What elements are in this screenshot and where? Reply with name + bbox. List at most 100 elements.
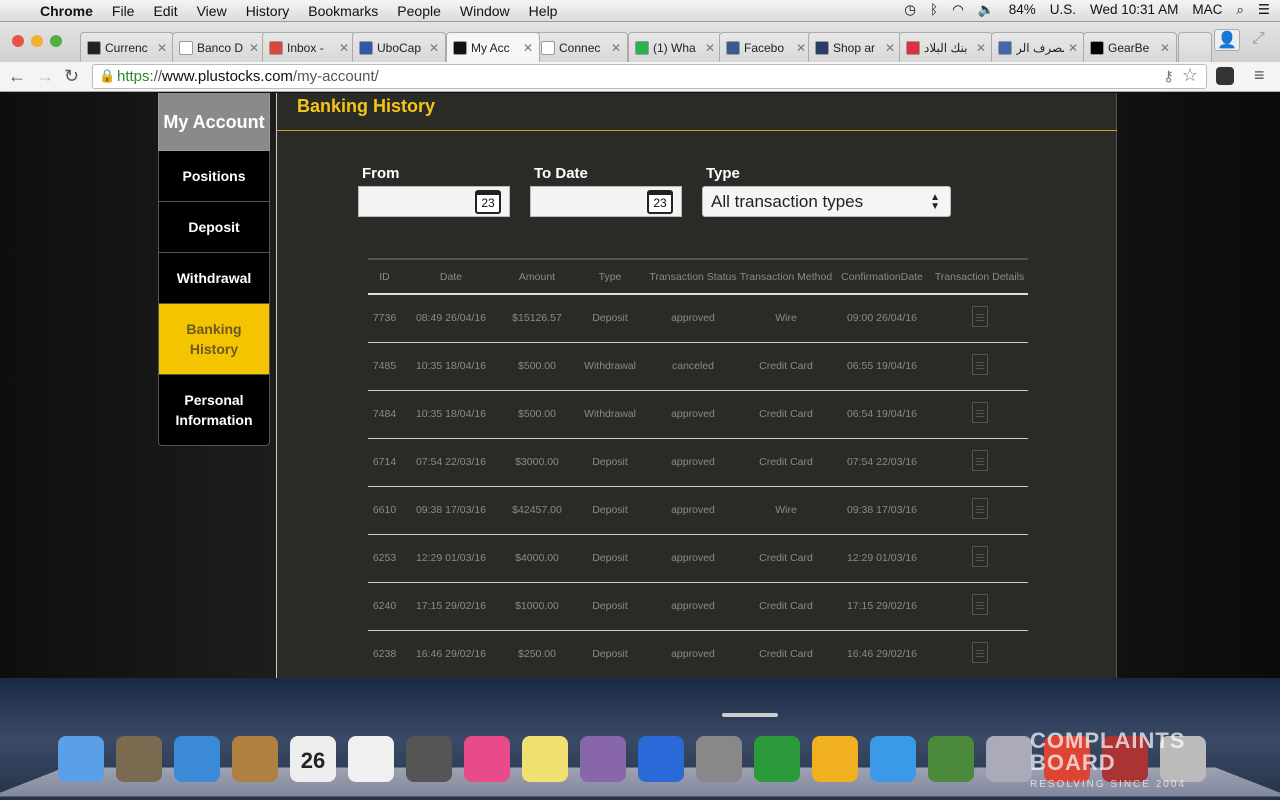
dock-stickies-icon[interactable] <box>522 736 568 782</box>
menu-bookmarks[interactable]: Bookmarks <box>308 3 378 19</box>
column-header[interactable]: Transaction Details <box>931 258 1028 295</box>
dock-preview-icon[interactable] <box>986 736 1032 782</box>
sidebar-item-withdrawal[interactable]: Withdrawal <box>158 253 270 304</box>
dock-word-icon[interactable] <box>638 736 684 782</box>
document-icon[interactable] <box>971 594 988 615</box>
key-icon[interactable]: ⚷ <box>1163 67 1174 85</box>
column-header[interactable]: Amount <box>501 258 573 295</box>
tab-close-icon[interactable]: ✕ <box>976 41 986 55</box>
dock-safari-icon[interactable] <box>174 736 220 782</box>
volume-icon[interactable]: 🔈 <box>978 2 995 18</box>
document-icon[interactable] <box>971 402 988 423</box>
document-icon[interactable] <box>971 642 988 663</box>
tab-10[interactable]: مصرف الر ✕ <box>991 32 1085 62</box>
dock-outlook-icon[interactable] <box>812 736 858 782</box>
sidebar-item-deposit[interactable]: Deposit <box>158 202 270 253</box>
dock-finder-icon[interactable] <box>58 736 104 782</box>
zoom-window-button[interactable] <box>50 35 62 47</box>
dock-excel-icon[interactable] <box>754 736 800 782</box>
new-tab-button[interactable] <box>1178 32 1212 62</box>
tab-close-icon[interactable]: ✕ <box>1068 41 1078 55</box>
time-machine-icon[interactable]: ◷ <box>904 2 916 18</box>
tab-2[interactable]: Inbox - ✕ <box>262 32 356 62</box>
input-source[interactable]: U.S. <box>1050 2 1076 18</box>
tab-3[interactable]: UboCap ✕ <box>352 32 446 62</box>
tab-close-icon[interactable]: ✕ <box>429 41 439 55</box>
fullscreen-icon[interactable]: ⤢ <box>1252 30 1265 48</box>
reload-icon[interactable]: ↻ <box>64 66 79 87</box>
from-date-input[interactable]: 23 <box>358 186 510 217</box>
menu-file[interactable]: File <box>112 3 135 19</box>
tab-close-icon[interactable]: ✕ <box>705 41 715 55</box>
dock-photos-icon[interactable] <box>116 736 162 782</box>
close-window-button[interactable] <box>12 35 24 47</box>
dock-gamecenter-icon[interactable] <box>580 736 626 782</box>
sidebar-item-banking-history[interactable]: Banking History <box>158 304 270 375</box>
tab-5[interactable]: Connec ✕ <box>534 32 628 62</box>
dock-itunes-icon[interactable] <box>464 736 510 782</box>
dock-messenger-icon[interactable] <box>870 736 916 782</box>
tab-9[interactable]: بنك البلاد ✕ <box>899 32 993 62</box>
profile-icon[interactable]: 👤 <box>1214 29 1240 51</box>
column-header[interactable]: Transaction Method <box>739 258 833 295</box>
tab-close-icon[interactable]: ✕ <box>249 41 259 55</box>
wifi-icon[interactable]: ◠ <box>952 2 964 18</box>
sidebar-item-personal-information[interactable]: Personal Information <box>158 375 270 446</box>
to-date-input[interactable]: 23 <box>530 186 682 217</box>
calendar-icon[interactable]: 23 <box>475 190 501 214</box>
tab-6[interactable]: (1) Wha ✕ <box>628 32 722 62</box>
calendar-icon[interactable]: 23 <box>647 190 673 214</box>
chrome-menu-icon[interactable]: ≡ <box>1254 65 1265 86</box>
tab-close-icon[interactable]: ✕ <box>339 41 349 55</box>
back-icon[interactable]: ← <box>8 66 26 87</box>
dock-facetime-icon[interactable] <box>406 736 452 782</box>
clock[interactable]: Wed 10:31 AM <box>1090 2 1178 18</box>
column-header[interactable]: ID <box>368 258 401 295</box>
tab-8[interactable]: Shop ar ✕ <box>808 32 902 62</box>
bluetooth-icon[interactable]: ᛒ <box>930 2 938 18</box>
forward-icon[interactable]: → <box>36 66 54 87</box>
notification-icon[interactable]: ☰ <box>1258 2 1270 18</box>
column-header[interactable]: ConfirmationDate <box>833 258 931 295</box>
tab-11[interactable]: GearBe ✕ <box>1083 32 1177 62</box>
menu-window[interactable]: Window <box>460 3 510 19</box>
menu-people[interactable]: People <box>397 3 441 19</box>
document-icon[interactable] <box>971 450 988 471</box>
tab-close-icon[interactable]: ✕ <box>796 41 806 55</box>
tab-4[interactable]: My Acc ✕ <box>446 32 540 62</box>
tab-0[interactable]: Currenc ✕ <box>80 32 174 62</box>
address-bar[interactable]: 🔒 https://www.plustocks.com/my-account/ … <box>92 64 1207 89</box>
dock-reminders-icon[interactable] <box>348 736 394 782</box>
tab-close-icon[interactable]: ✕ <box>885 41 895 55</box>
column-header[interactable]: Type <box>573 258 647 295</box>
tab-1[interactable]: Banco D ✕ <box>172 32 266 62</box>
column-header[interactable]: Transaction Status <box>647 258 739 295</box>
document-icon[interactable] <box>971 498 988 519</box>
sidebar-item-positions[interactable]: Positions <box>158 151 270 202</box>
column-header[interactable]: Date <box>401 258 501 295</box>
bookmark-star-icon[interactable]: ☆ <box>1182 65 1198 86</box>
menu-view[interactable]: View <box>197 3 227 19</box>
dock-downloader-icon[interactable] <box>928 736 974 782</box>
user-menu[interactable]: MAC <box>1192 2 1222 18</box>
dock-system-preferences-icon[interactable] <box>696 736 742 782</box>
extension-icon[interactable] <box>1216 67 1234 85</box>
spotlight-icon[interactable]: ⌕ <box>1236 2 1244 18</box>
tab-close-icon[interactable]: ✕ <box>1160 41 1170 55</box>
menu-edit[interactable]: Edit <box>153 3 177 19</box>
dock-contacts-icon[interactable] <box>232 736 278 782</box>
tab-close-icon[interactable]: ✕ <box>157 41 167 55</box>
menu-app[interactable]: Chrome <box>40 3 93 19</box>
battery-status[interactable]: 84% <box>1009 2 1036 18</box>
menu-history[interactable]: History <box>246 3 290 19</box>
tab-close-icon[interactable]: ✕ <box>611 41 621 55</box>
tab-close-icon[interactable]: ✕ <box>523 41 533 55</box>
document-icon[interactable] <box>971 354 988 375</box>
menu-help[interactable]: Help <box>529 3 558 19</box>
minimize-window-button[interactable] <box>31 35 43 47</box>
document-icon[interactable] <box>971 306 988 328</box>
document-icon[interactable] <box>971 546 988 567</box>
dock-calendar-icon[interactable]: 26 <box>290 736 336 782</box>
tab-7[interactable]: Facebo ✕ <box>719 32 813 62</box>
transaction-type-select[interactable]: All transaction types ▲ ▼ <box>702 186 951 217</box>
